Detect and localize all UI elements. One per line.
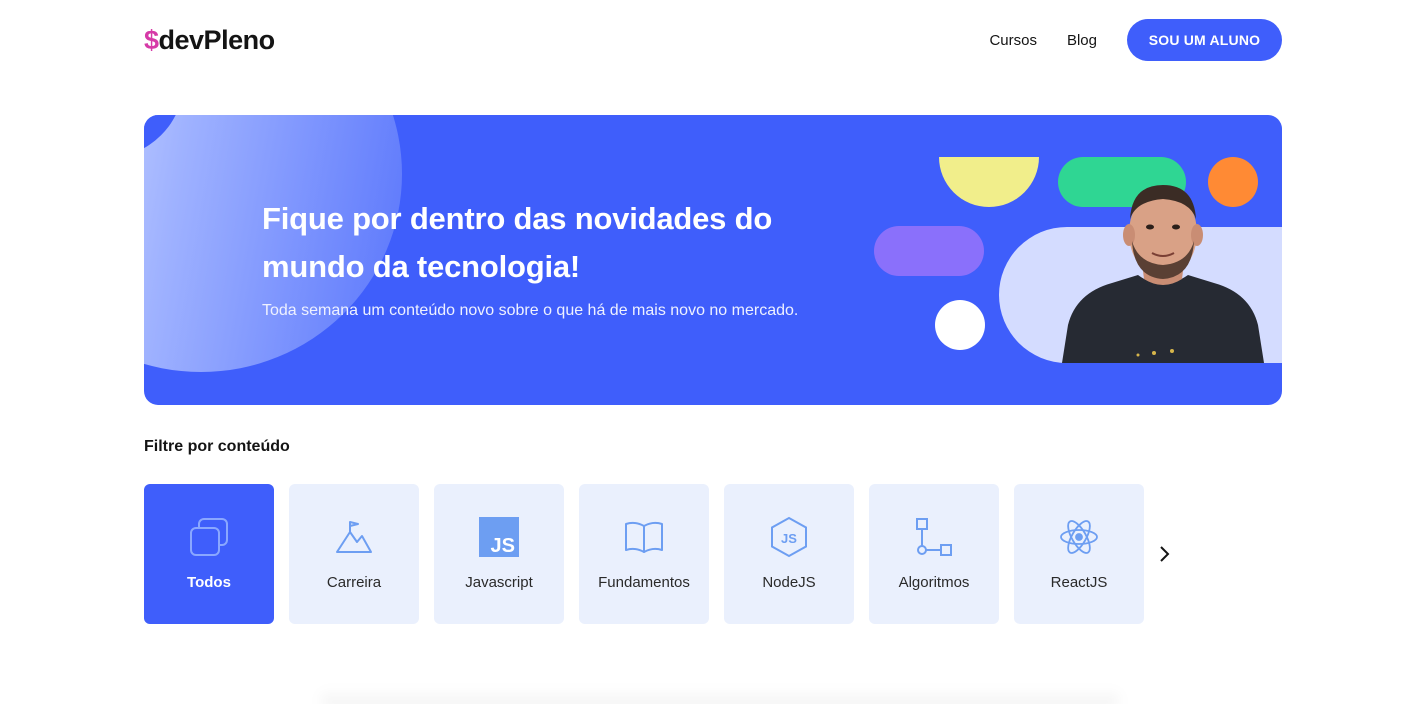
mountain-flag-icon xyxy=(333,516,375,558)
decorative-circle xyxy=(144,115,184,158)
category-card-algoritmos[interactable]: Algoritmos xyxy=(869,484,999,624)
category-card-fundamentos[interactable]: Fundamentos xyxy=(579,484,709,624)
category-label: Fundamentos xyxy=(598,574,690,591)
category-label: Javascript xyxy=(465,574,533,591)
stack-icon xyxy=(188,516,230,558)
category-label: ReactJS xyxy=(1050,574,1108,591)
nodejs-icon: JS xyxy=(768,516,810,558)
svg-text:JS: JS xyxy=(781,531,797,546)
decorative-half-circle xyxy=(939,157,1039,207)
main-nav: Cursos Blog SOU UM ALUNO xyxy=(989,19,1282,61)
category-label: Carreira xyxy=(326,574,382,591)
category-card-nodejs[interactable]: JS NodeJS xyxy=(724,484,854,624)
js-icon: JS xyxy=(478,516,520,558)
student-login-button[interactable]: SOU UM ALUNO xyxy=(1127,19,1282,61)
card-shadow-edge xyxy=(320,688,1120,704)
chevron-right-icon[interactable] xyxy=(1154,542,1174,566)
nav-link-blog[interactable]: Blog xyxy=(1067,32,1097,49)
svg-text:JS: JS xyxy=(491,535,515,557)
category-label: Algoritmos xyxy=(898,574,970,591)
decorative-circle-white xyxy=(935,300,985,350)
nav-link-cursos[interactable]: Cursos xyxy=(989,32,1037,49)
banner-title: Fique por dentro das novidades do mundo … xyxy=(262,201,773,284)
category-card-carreira[interactable]: Carreira xyxy=(289,484,419,624)
banner-subtitle: Toda semana um conteúdo novo sobre o que… xyxy=(262,302,799,319)
book-icon xyxy=(623,516,665,558)
category-filter-list: Todos Carreira JS Javascript Fundamentos xyxy=(144,484,1159,624)
instructor-photo xyxy=(1062,185,1264,363)
category-card-javascript[interactable]: JS Javascript xyxy=(434,484,564,624)
site-header: $devPleno Cursos Blog SOU UM ALUNO xyxy=(144,19,1282,61)
react-icon xyxy=(1058,516,1100,558)
category-label: Todos xyxy=(187,574,231,591)
flowchart-icon xyxy=(913,516,955,558)
decorative-pill-purple xyxy=(874,226,984,276)
category-label: NodeJS xyxy=(762,574,816,591)
logo-symbol: $ xyxy=(144,25,159,55)
category-card-reactjs[interactable]: ReactJS xyxy=(1014,484,1144,624)
logo-text: devPleno xyxy=(158,25,276,55)
category-card-todos[interactable]: Todos xyxy=(144,484,274,624)
filter-title: Filtre por conteúdo xyxy=(144,438,290,455)
logo[interactable]: $devPleno xyxy=(144,23,275,57)
hero-banner: Fique por dentro das novidades do mundo … xyxy=(144,115,1282,405)
